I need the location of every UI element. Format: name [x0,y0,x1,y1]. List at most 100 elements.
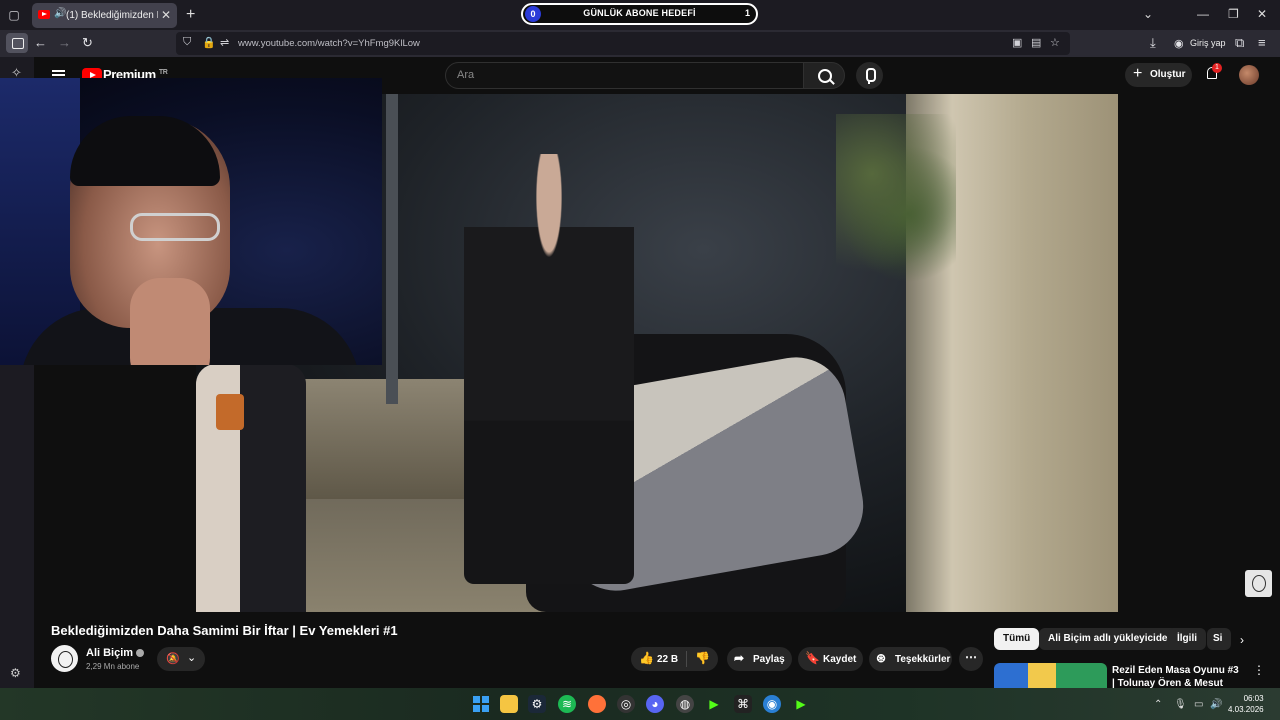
like-icon[interactable]: 👍 [639,651,654,665]
webcam-glasses [130,213,220,241]
like-dislike-group: 👍 22 B 👎 [631,647,718,671]
back-icon[interactable]: ← [34,35,47,50]
chip-related[interactable]: İlgili [1168,628,1206,650]
close-tab-icon[interactable]: ✕ [161,8,171,22]
create-button[interactable]: + Oluştur [1125,63,1192,87]
microphone-tray-icon[interactable]: 🎙 [1174,699,1187,710]
clock-time: 06:03 [1243,694,1264,703]
url-text[interactable]: www.youtube.com/watch?v=YhFmg9KlLow [238,38,420,49]
bell-off-icon: 🔕 [166,653,180,665]
login-button[interactable]: Giriş yap [1190,38,1226,48]
tray-chevron-up-icon[interactable]: ⌃ [1154,699,1162,710]
menu-icon[interactable]: ≡ [1258,35,1266,50]
more-icon: ⋯ [965,650,977,664]
plus-icon[interactable]: + [186,6,195,24]
volume-icon[interactable]: 🔊 [1210,699,1222,710]
thanks-icon: ⊛ [876,651,887,665]
navigation-bar: ← → ↻ ⛉ 🔒 ⇌ www.youtube.com/watch?v=YhFm… [0,30,1280,57]
minimize-icon[interactable]: — [1197,7,1209,21]
share-button[interactable]: ➦ Paylaş [727,647,792,671]
tab-title: (1) Beklediğimizden Daha Samimi Bir İfta… [66,10,158,21]
thanks-label: Teşekkürler [895,654,951,665]
browser-tab-strip: ▢ 🔊 (1) Beklediğimizden Daha Samimi Bir … [0,0,1280,30]
search-input[interactable] [457,69,787,81]
chevron-down-icon[interactable]: ⌄ [1143,7,1153,21]
close-window-icon[interactable]: ✕ [1257,7,1267,21]
search-icon[interactable] [803,62,845,89]
channel-subscriber-count: 2,29 Mn abone [86,662,140,671]
goal-target: 1 [744,8,750,18]
subscribed-button[interactable]: 🔕 ⌄ [157,647,205,671]
extensions-icon[interactable]: ⧉ [1235,35,1244,51]
tab-list-icon[interactable]: ▢ [6,7,22,23]
hamburger-menu-icon[interactable] [52,70,65,72]
webcam-cap [70,116,220,186]
sidebar-toggle-icon[interactable] [6,33,28,53]
verified-icon [136,649,145,658]
create-label: Oluştur [1150,69,1186,80]
github-icon[interactable]: ◍ [676,695,694,713]
thanks-button[interactable]: ⊛ Teşekkürler [869,647,952,671]
microphone-icon[interactable] [856,62,883,89]
steam-icon[interactable]: ⚙ [528,695,546,713]
network-icon[interactable]: ▭ [1194,699,1203,710]
chip-from-uploader[interactable]: Ali Biçim adlı yükleyiciden [1039,628,1183,650]
taskbar-clock[interactable]: 06:03 4.03.2026 [1228,693,1264,715]
dislike-icon[interactable]: 👎 [695,651,710,665]
chip-partial[interactable]: Si [1207,628,1231,650]
share-icon: ➦ [734,651,745,665]
url-bar[interactable]: ⛉ 🔒 ⇌ www.youtube.com/watch?v=YhFmg9KlLo… [176,32,1070,55]
like-divider [686,651,687,667]
save-button[interactable]: 🔖 Kaydet [798,647,863,671]
permissions-icon[interactable]: ⇌ [220,36,229,49]
scene-standing-person [464,154,634,584]
file-explorer-icon[interactable] [500,695,518,713]
spotify-icon[interactable]: ≋ [558,695,576,713]
reload-icon[interactable]: ↻ [82,35,93,51]
avatar[interactable] [1239,65,1259,85]
discord-icon[interactable]: ◕ [646,695,664,713]
gear-icon[interactable]: ⚙ [10,666,21,680]
download-icon[interactable]: ⤓ [1150,35,1156,51]
chevron-down-icon: ⌄ [187,652,197,664]
windows-start-icon[interactable] [472,695,490,713]
share-label: Paylaş [753,654,785,665]
taskbar: ⚙ ≋ ◎ ◕ ◍ ▶ ⌘ ◉ ▶ ⌃ 🎙 ▭ 🔊 [0,688,1280,720]
chevron-right-icon[interactable]: › [1240,633,1244,647]
kick-icon[interactable]: ▶ [705,695,723,713]
speaker-icon[interactable]: 🔊 [54,8,66,19]
chip-all[interactable]: Tümü [994,628,1040,650]
capcut-icon[interactable]: ⌘ [734,695,752,713]
youtube-favicon-icon [38,10,50,19]
more-actions-button[interactable]: ⋯ [959,647,983,671]
shield-icon[interactable]: ⛉ [183,36,191,49]
video-title: Beklediğimizden Daha Samimi Bir İftar | … [51,623,398,638]
bookmark-star-icon[interactable]: ☆ [1050,36,1060,49]
plus-icon: + [1133,65,1143,82]
kick-studio-icon[interactable]: ▶ [792,695,810,713]
reaction-avatar-icon[interactable] [1245,570,1272,597]
picture-in-picture-icon[interactable]: ▣ [1012,36,1022,49]
reader-view-icon[interactable]: ▤ [1031,36,1041,49]
browser-tab-active[interactable]: 🔊 (1) Beklediğimizden Daha Samimi Bir İf… [32,3,177,28]
search-box[interactable] [445,62,804,89]
channel-avatar[interactable] [51,645,78,672]
firefox-icon[interactable] [588,695,606,713]
notification-badge: 1 [1212,63,1222,73]
subscriber-goal-overlay: 0 GÜNLÜK ABONE HEDEFİ 1 [521,3,758,25]
browser-app-icon[interactable]: ◉ [763,695,781,713]
more-vert-icon[interactable]: ⋮ [1253,663,1265,677]
forward-icon[interactable]: → [58,35,71,50]
like-count[interactable]: 22 B [657,654,678,665]
restore-icon[interactable]: ❐ [1228,7,1239,21]
scene-plant [836,114,956,314]
obs-icon[interactable]: ◎ [617,695,635,713]
lock-icon[interactable]: 🔒 [202,36,216,49]
channel-name[interactable]: Ali Biçim [86,647,145,659]
webcam-overlay [0,78,382,365]
suggested-video-thumbnail[interactable] [994,663,1107,688]
webcam-hand [130,278,210,365]
save-label: Kaydet [823,654,857,665]
scene-cup [216,394,244,430]
account-icon[interactable]: ◉ [1174,37,1184,50]
